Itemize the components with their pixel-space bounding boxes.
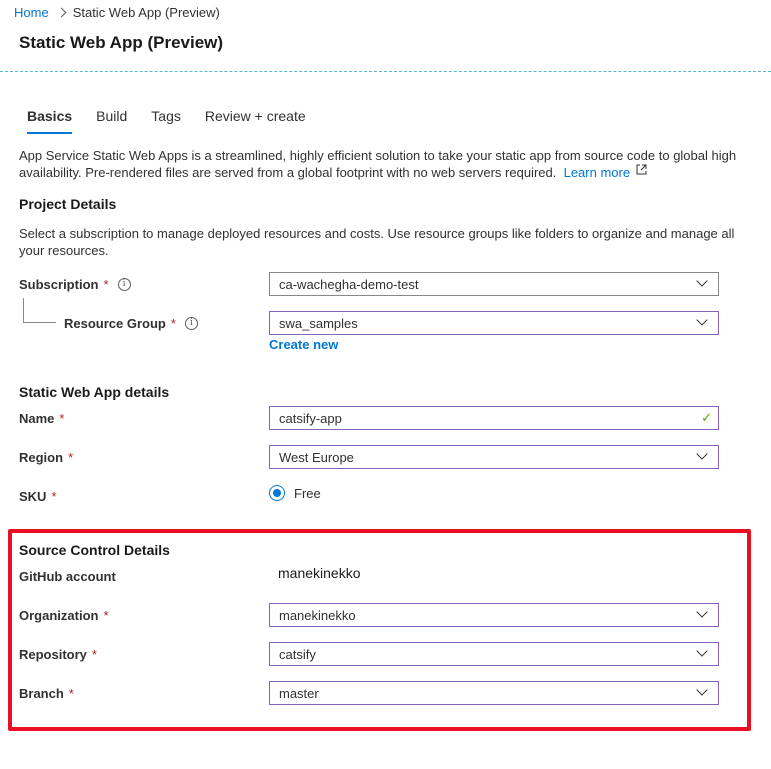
github-account-label: GitHub account bbox=[19, 569, 116, 584]
info-icon[interactable]: i bbox=[184, 317, 198, 330]
organization-dropdown[interactable]: manekinekko bbox=[269, 603, 719, 627]
source-control-heading: Source Control Details bbox=[19, 542, 170, 558]
radio-selected-icon bbox=[269, 485, 285, 501]
chevron-down-icon bbox=[696, 684, 708, 696]
name-label: Name * bbox=[19, 411, 65, 426]
repository-label: Repository * bbox=[19, 647, 97, 662]
header-divider bbox=[0, 71, 771, 72]
chevron-down-icon bbox=[696, 314, 708, 326]
subscription-label: Subscription * i bbox=[19, 277, 131, 292]
breadcrumb-current: Static Web App (Preview) bbox=[72, 5, 220, 20]
branch-label: Branch * bbox=[19, 686, 74, 701]
tab-review-create[interactable]: Review + create bbox=[205, 108, 306, 134]
github-account-value: manekinekko bbox=[278, 565, 361, 581]
resource-group-label: Resource Group * i bbox=[64, 316, 198, 331]
region-label: Region * bbox=[19, 450, 74, 465]
organization-label: Organization * bbox=[19, 608, 109, 623]
page-title: Static Web App (Preview) bbox=[19, 33, 224, 52]
repository-dropdown[interactable]: catsify bbox=[269, 642, 719, 666]
tree-connector bbox=[23, 298, 24, 322]
sku-label: SKU * bbox=[19, 489, 57, 504]
chevron-down-icon bbox=[696, 606, 708, 618]
region-dropdown[interactable]: West Europe bbox=[269, 445, 719, 469]
breadcrumb: Home Static Web App (Preview) bbox=[14, 5, 220, 20]
resource-group-dropdown[interactable]: swa_samples bbox=[269, 311, 719, 335]
sku-option-label: Free bbox=[294, 485, 321, 501]
info-icon[interactable]: i bbox=[117, 278, 131, 291]
name-input[interactable]: catsify-app ✓ bbox=[269, 406, 719, 430]
intro-text: App Service Static Web Apps is a streaml… bbox=[19, 147, 739, 181]
app-details-heading: Static Web App details bbox=[19, 384, 170, 400]
tab-build[interactable]: Build bbox=[96, 108, 127, 134]
learn-more-link[interactable]: Learn more bbox=[564, 164, 647, 180]
chevron-down-icon bbox=[696, 448, 708, 460]
checkmark-icon: ✓ bbox=[701, 410, 712, 425]
chevron-down-icon bbox=[696, 275, 708, 287]
tab-tags[interactable]: Tags bbox=[151, 108, 181, 134]
sku-radio-free[interactable]: Free bbox=[269, 485, 321, 501]
tab-basics[interactable]: Basics bbox=[27, 108, 73, 134]
project-details-heading: Project Details bbox=[19, 196, 117, 212]
chevron-down-icon bbox=[696, 645, 708, 657]
tab-bar: Basics Build Tags Review + create bbox=[27, 108, 330, 134]
branch-dropdown[interactable]: master bbox=[269, 681, 719, 705]
project-details-description: Select a subscription to manage deployed… bbox=[19, 226, 735, 258]
subscription-dropdown[interactable]: ca-wachegha-demo-test bbox=[269, 272, 719, 296]
chevron-right-icon bbox=[56, 7, 67, 18]
tree-connector-horizontal bbox=[23, 322, 56, 323]
external-link-icon bbox=[636, 164, 647, 175]
breadcrumb-home-link[interactable]: Home bbox=[14, 5, 49, 20]
create-new-link[interactable]: Create new bbox=[269, 337, 338, 352]
